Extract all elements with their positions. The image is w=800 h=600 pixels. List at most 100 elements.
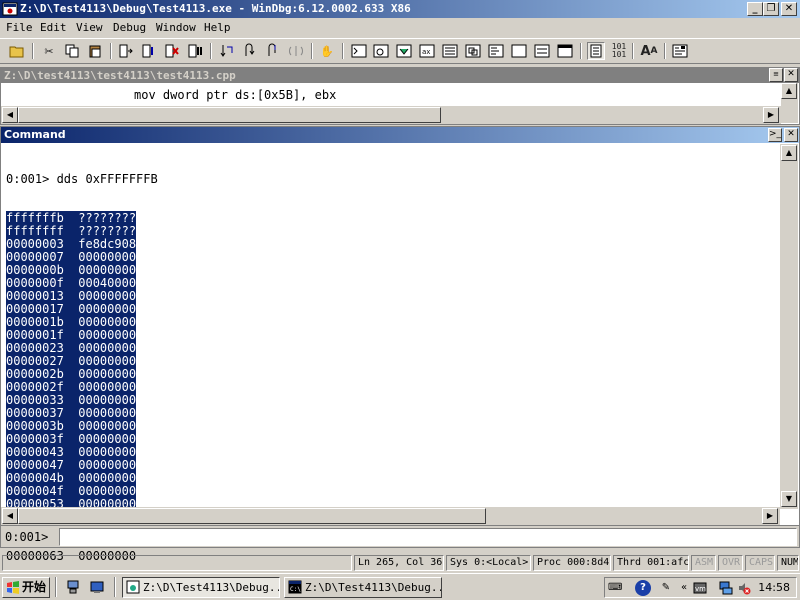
source-horizontal-scrollbar[interactable]: ◀ ▶ bbox=[1, 106, 781, 124]
status-proc: Proc 000:8d4 bbox=[533, 555, 611, 571]
scroll-right-arrow-icon[interactable]: ▶ bbox=[762, 508, 778, 524]
dds-address: 00000013 bbox=[6, 289, 64, 303]
keyboard-icon[interactable]: ⌨ bbox=[608, 581, 622, 595]
dds-address: 00000043 bbox=[6, 445, 64, 459]
dds-value: 00000000 bbox=[78, 250, 137, 264]
copy-icon[interactable] bbox=[63, 42, 81, 60]
restore-button[interactable]: ❐ bbox=[763, 2, 779, 16]
command-scroll-thumb[interactable] bbox=[18, 508, 486, 524]
command-horizontal-scrollbar[interactable]: ◀ ▶ bbox=[1, 507, 780, 525]
dds-address: 0000001f bbox=[6, 328, 64, 342]
step-out-icon[interactable] bbox=[264, 42, 282, 60]
dds-gap bbox=[63, 263, 79, 277]
locals-window-icon[interactable] bbox=[395, 42, 413, 60]
dds-value: 00000000 bbox=[78, 263, 137, 277]
dds-gap bbox=[63, 250, 79, 264]
scroll-up-arrow-icon[interactable]: ▲ bbox=[781, 83, 797, 99]
disassembly-window-icon[interactable] bbox=[487, 42, 505, 60]
console-icon[interactable] bbox=[556, 42, 574, 60]
scroll-right-arrow-icon[interactable]: ▶ bbox=[763, 107, 779, 123]
menu-debug[interactable]: Debug bbox=[113, 21, 146, 34]
scroll-left-arrow-icon[interactable]: ◀ bbox=[2, 107, 18, 123]
network-status-icon[interactable] bbox=[719, 581, 733, 595]
break-icon[interactable] bbox=[186, 42, 204, 60]
menu-file[interactable]: File bbox=[6, 21, 33, 34]
go-icon[interactable] bbox=[117, 42, 135, 60]
dds-gap bbox=[63, 315, 79, 329]
status-num: NUM bbox=[777, 555, 799, 571]
minimize-button[interactable]: _ bbox=[747, 2, 763, 16]
dds-address: 00000007 bbox=[6, 250, 64, 264]
dds-address: 0000000f bbox=[6, 276, 64, 290]
cut-icon[interactable]: ✂ bbox=[40, 42, 58, 60]
taskbar-button-windbg[interactable]: Z:\D\Test4113\Debug... bbox=[122, 577, 280, 598]
dds-gap bbox=[63, 393, 79, 407]
source-window[interactable]: Z:\D\test4113\test4113\test4113.cpp ≡ ✕ … bbox=[0, 67, 800, 125]
title-bar[interactable]: Z:\D\Test4113\Debug\Test4113.exe - WinDb… bbox=[0, 0, 800, 18]
options-icon[interactable] bbox=[671, 42, 689, 60]
menu-view[interactable]: View bbox=[76, 21, 103, 34]
step-over-icon[interactable] bbox=[241, 42, 259, 60]
processes-threads-icon[interactable] bbox=[533, 42, 551, 60]
hand-icon[interactable]: ✋ bbox=[318, 42, 336, 60]
system-tray: ⌨ ? ✎ « vm 14:58 bbox=[604, 577, 797, 598]
hex-display-icon[interactable]: 101 101 bbox=[609, 42, 629, 60]
watch-window-icon[interactable] bbox=[372, 42, 390, 60]
source-vertical-scrollbar[interactable]: ▲ bbox=[781, 83, 798, 123]
source-window-close-icon[interactable]: ✕ bbox=[784, 68, 798, 82]
dds-address: 00000023 bbox=[6, 341, 64, 355]
open-icon[interactable] bbox=[8, 42, 26, 60]
scratch-pad-icon[interactable] bbox=[510, 42, 528, 60]
stop-debugging-icon[interactable] bbox=[163, 42, 181, 60]
dds-value: 00000000 bbox=[78, 341, 137, 355]
paste-icon[interactable] bbox=[86, 42, 104, 60]
command-vertical-scrollbar[interactable]: ▲ ▼ bbox=[780, 144, 798, 509]
command-window[interactable]: Command >_ ✕ 0:001> dds 0xFFFFFFFB fffff… bbox=[0, 126, 800, 563]
command-input[interactable] bbox=[59, 528, 797, 546]
status-bar: Ln 265, Col 36 Sys 0:<Local> Proc 000:8d… bbox=[0, 553, 800, 572]
start-button[interactable]: 开始 bbox=[2, 577, 50, 598]
command-window-icon[interactable] bbox=[350, 42, 368, 60]
vmware-icon[interactable]: vm bbox=[693, 581, 707, 595]
console-task-icon: C:\ bbox=[288, 580, 302, 594]
chevron-icon[interactable]: « bbox=[677, 581, 691, 595]
restart-icon[interactable] bbox=[140, 42, 158, 60]
window-title: Z:\D\Test4113\Debug\Test4113.exe - WinDb… bbox=[20, 2, 411, 15]
dds-gap bbox=[63, 432, 79, 446]
dds-address: 00000017 bbox=[6, 302, 64, 316]
dds-gap bbox=[63, 458, 79, 472]
command-prompt-icon[interactable]: >_ bbox=[768, 128, 782, 142]
run-to-cursor-icon[interactable] bbox=[287, 42, 305, 60]
close-button[interactable]: ✕ bbox=[781, 2, 797, 16]
source-scroll-thumb[interactable] bbox=[18, 107, 441, 123]
scroll-down-arrow-icon[interactable]: ▼ bbox=[781, 491, 797, 507]
registers-window-icon[interactable]: ax bbox=[418, 42, 436, 60]
quick-launch-desktop-icon[interactable] bbox=[90, 580, 104, 594]
scroll-left-arrow-icon[interactable]: ◀ bbox=[2, 508, 18, 524]
memory-window-icon[interactable] bbox=[441, 42, 459, 60]
quick-launch-network-icon[interactable] bbox=[66, 580, 80, 594]
dds-value: 00000000 bbox=[78, 432, 137, 446]
dds-value: 00000000 bbox=[78, 380, 137, 394]
volume-muted-icon[interactable] bbox=[737, 581, 751, 595]
command-window-close-icon[interactable]: ✕ bbox=[784, 128, 798, 142]
menu-window[interactable]: Window bbox=[156, 21, 196, 34]
help-icon[interactable]: ? bbox=[635, 580, 651, 596]
status-caps: CAPS bbox=[745, 555, 775, 571]
dds-address: 00000003 bbox=[6, 237, 64, 251]
font-icon[interactable]: AA bbox=[640, 42, 658, 60]
call-stack-window-icon[interactable] bbox=[464, 42, 482, 60]
scroll-up-arrow-icon[interactable]: ▲ bbox=[781, 145, 797, 161]
dds-value: 00000000 bbox=[78, 328, 137, 342]
source-mode-icon[interactable] bbox=[587, 42, 605, 60]
menu-help[interactable]: Help bbox=[204, 21, 231, 34]
task-label: Z:\D\Test4113\Debug... bbox=[143, 581, 280, 594]
menu-edit[interactable]: Edit bbox=[40, 21, 67, 34]
dds-address: 00000037 bbox=[6, 406, 64, 420]
source-window-menu-icon[interactable]: ≡ bbox=[769, 68, 783, 82]
svg-text:ax: ax bbox=[422, 48, 430, 56]
step-into-icon[interactable] bbox=[218, 42, 236, 60]
dds-value: fe8dc908 bbox=[78, 237, 137, 251]
taskbar-button-console[interactable]: C:\ Z:\D\Test4113\Debug... bbox=[284, 577, 442, 598]
pen-icon[interactable]: ✎ bbox=[659, 581, 673, 595]
